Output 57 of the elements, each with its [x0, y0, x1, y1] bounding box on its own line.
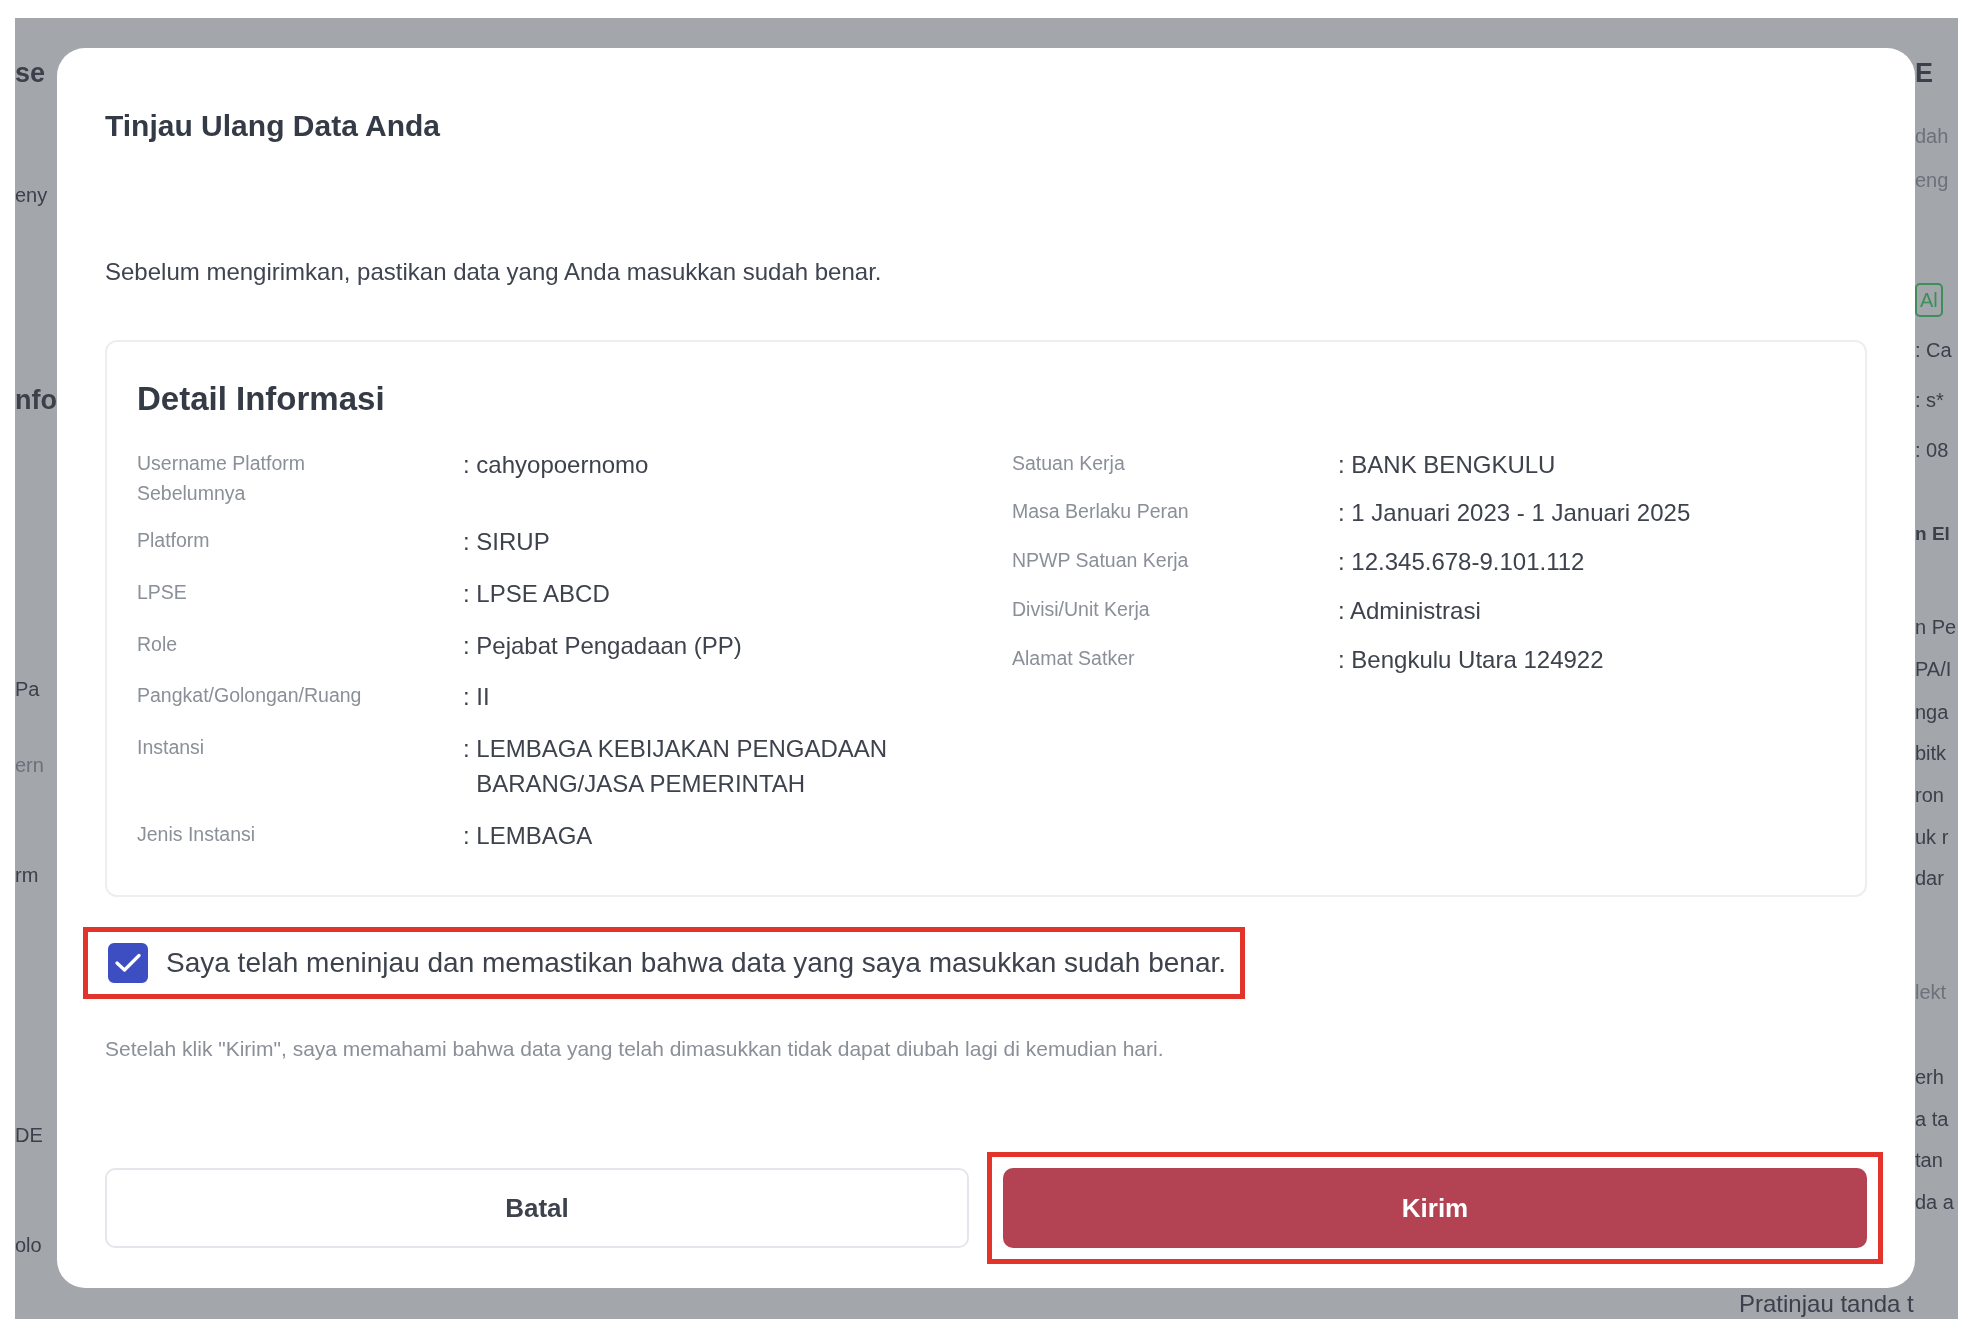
background-text: nga: [1915, 700, 1949, 725]
background-text: da a: [1915, 1190, 1954, 1215]
background-text: erh: [1915, 1065, 1944, 1090]
field-label: Jenis Instansi: [137, 821, 257, 847]
background-text: nfo: [15, 383, 57, 417]
details-title: Detail Informasi: [137, 379, 386, 419]
field-label: Platform: [137, 527, 211, 553]
field-value: : LEMBAGA KEBIJAKAN PENGADAAN BARANG/JASA PEMERINTAH: [463, 734, 889, 799]
background-text: : s*: [1915, 388, 1944, 413]
cancel-button[interactable]: Batal: [105, 1168, 969, 1248]
checkbox-label: Saya telah meninjau dan memastikan bahwa data yang saya masukkan sudah benar.: [166, 945, 1226, 980]
background-text: Pa: [15, 677, 40, 702]
background-text: olo: [15, 1233, 42, 1258]
field-label: Alamat Satker: [1012, 645, 1136, 671]
field-value: : LPSE ABCD: [463, 578, 611, 609]
dialog-intro-text: Sebelum mengirimkan, pastikan data yang Anda masukkan sudah benar.: [105, 257, 883, 287]
field-value: : II: [463, 682, 491, 713]
field-value: : Administrasi: [1338, 595, 1482, 626]
background-text: : Ca: [1915, 338, 1952, 363]
submit-button[interactable]: Kirim: [1003, 1168, 1867, 1248]
background-text: se: [15, 56, 46, 90]
background-text: PA/I: [1915, 657, 1952, 682]
field-value: : BANK BENGKULU: [1338, 449, 1557, 480]
field-value: : LEMBAGA: [463, 820, 594, 851]
background-text: a ta: [1915, 1107, 1949, 1132]
field-label: NPWP Satuan Kerja: [1012, 548, 1190, 574]
field-value: : Pejabat Pengadaan (PP): [463, 630, 743, 661]
field-label: Instansi: [137, 735, 206, 761]
field-label: Satuan Kerja: [1012, 450, 1126, 476]
field-label: Username Platform Sebelumnya: [137, 450, 306, 506]
field-label: Divisi/Unit Kerja: [1012, 596, 1151, 622]
checkmark-icon: [115, 952, 141, 973]
field-label: Role: [137, 631, 179, 657]
background-text: bitk: [1915, 741, 1947, 766]
background-text: rm: [15, 863, 39, 888]
note-text: Setelah klik "Kirim", saya memahami bahwa data yang telah dimasukkan tidak dapat diubah lagi di kemudian hari.: [105, 1035, 1165, 1062]
background-text: uk r: [1915, 825, 1949, 850]
background-text: n Pe: [1915, 615, 1957, 640]
background-text: ron: [1915, 783, 1944, 808]
field-value: : 12.345.678-9.101.112: [1338, 547, 1586, 578]
dialog-title: Tinjau Ulang Data Anda: [105, 108, 442, 144]
background-text: dar: [1915, 866, 1944, 891]
field-value: : 1 Januari 2023 - 1 Januari 2025: [1338, 498, 1692, 529]
field-value: : SIRUP: [463, 526, 551, 557]
background-text: eny: [15, 183, 48, 208]
background-text: n El: [1915, 521, 1950, 546]
background-text: tan: [1915, 1148, 1943, 1173]
field-value: : cahyopoernomo: [463, 449, 650, 480]
background-text: : 08: [1915, 438, 1949, 463]
background-text: DE: [15, 1123, 43, 1148]
background-text: E: [1915, 56, 1933, 90]
field-label: Masa Berlaku Peran: [1012, 499, 1190, 525]
field-label: Pangkat/Golongan/Ruang: [137, 683, 363, 709]
field-value: : Bengkulu Utara 124922: [1338, 644, 1605, 675]
checkbox[interactable]: [108, 942, 148, 983]
field-label: LPSE: [137, 579, 188, 605]
background-text: Pratinjau tanda t: [1739, 1290, 1914, 1318]
